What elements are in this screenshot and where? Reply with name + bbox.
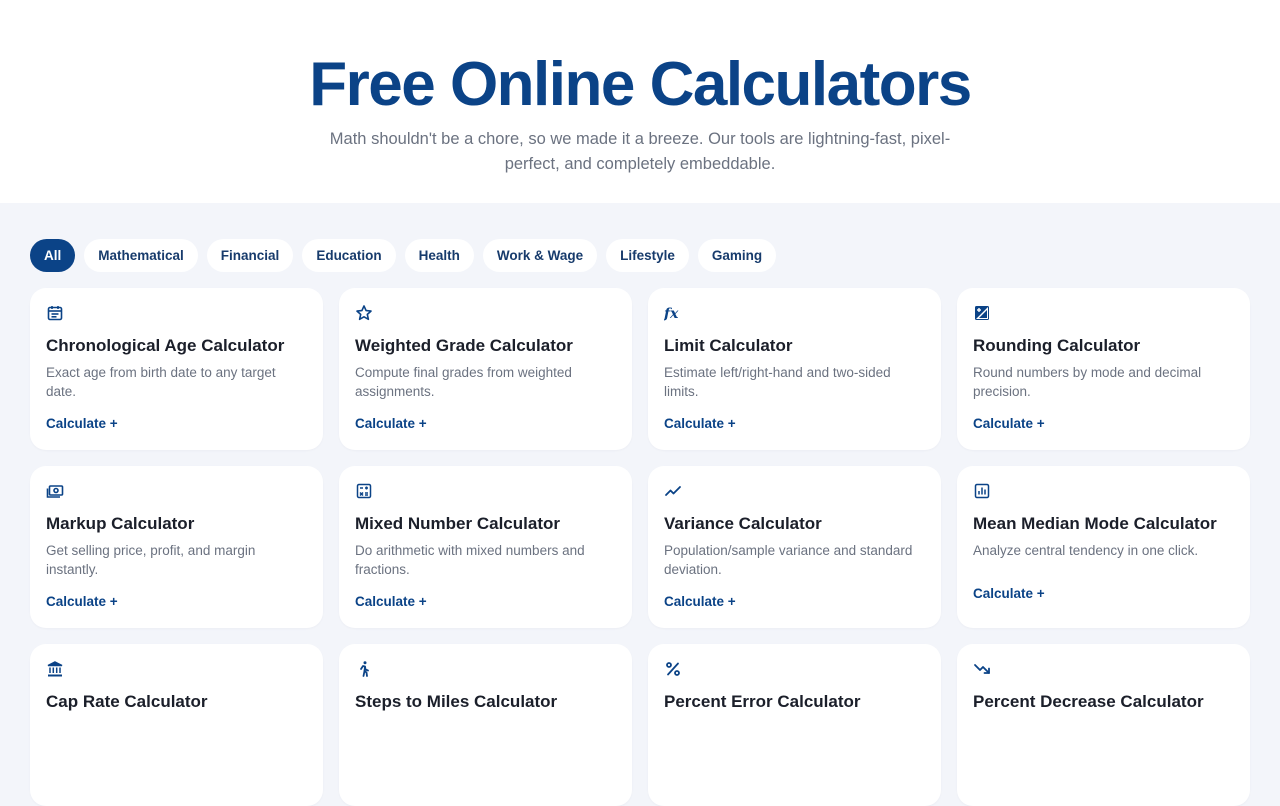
card-title: Steps to Miles Calculator <box>355 692 558 711</box>
calculator-card[interactable]: Cap Rate Calculator <box>30 644 323 806</box>
card-description: Exact age from birth date to any target … <box>46 365 276 399</box>
card-title: Variance Calculator <box>664 514 822 533</box>
filter-health[interactable]: Health <box>404 239 474 272</box>
card-title: Weighted Grade Calculator <box>355 336 573 355</box>
filter-work-wage[interactable]: Work & Wage <box>482 239 598 272</box>
calculate-link[interactable]: Calculate + <box>664 416 736 431</box>
card-title: Chronological Age Calculator <box>46 336 285 355</box>
card-title: Cap Rate Calculator <box>46 692 208 711</box>
filter-mathematical[interactable]: Mathematical <box>84 239 198 272</box>
calculator-card[interactable]: fx Limit Calculator Estimate left/right-… <box>648 288 941 450</box>
trend-up-icon <box>664 482 682 500</box>
hero-section: Free Online Calculators Math shouldn't b… <box>0 0 1280 203</box>
filter-lifestyle[interactable]: Lifestyle <box>606 239 689 272</box>
calculator-card[interactable]: Variance Calculator Population/sample va… <box>648 466 941 628</box>
calculator-card[interactable]: Markup Calculator Get selling price, pro… <box>30 466 323 628</box>
function-icon: fx <box>664 304 682 322</box>
calculator-card[interactable]: Mean Median Mode Calculator Analyze cent… <box>957 466 1250 628</box>
card-description: Round numbers by mode and decimal precis… <box>973 365 1202 399</box>
card-description: Get selling price, profit, and margin in… <box>46 543 256 577</box>
bar-chart-icon <box>973 482 991 500</box>
card-title: Markup Calculator <box>46 514 195 533</box>
calculator-card[interactable]: Rounding Calculator Round numbers by mod… <box>957 288 1250 450</box>
card-title: Mixed Number Calculator <box>355 514 560 533</box>
page-subtitle: Math shouldn't be a chore, so we made it… <box>329 130 951 173</box>
filter-gaming[interactable]: Gaming <box>697 239 777 272</box>
svg-text:fx: fx <box>664 306 679 322</box>
rounding-icon <box>973 304 991 322</box>
calculator-card[interactable]: Weighted Grade Calculator Compute final … <box>339 288 632 450</box>
card-description: Analyze central tendency in one click. <box>973 543 1199 558</box>
filter-education[interactable]: Education <box>302 239 396 272</box>
calculator-icon <box>355 482 373 500</box>
card-title: Rounding Calculator <box>973 336 1141 355</box>
calculate-link[interactable]: Calculate + <box>46 594 118 609</box>
card-title: Percent Decrease Calculator <box>973 692 1204 711</box>
calculate-link[interactable]: Calculate + <box>355 594 427 609</box>
percent-icon <box>664 660 682 678</box>
card-title: Percent Error Calculator <box>664 692 861 711</box>
card-description: Compute final grades from weighted assig… <box>355 365 572 399</box>
bank-icon <box>46 660 64 678</box>
card-title: Limit Calculator <box>664 336 793 355</box>
filter-all[interactable]: All <box>30 239 76 272</box>
calculate-link[interactable]: Calculate + <box>664 594 736 609</box>
star-icon <box>355 304 373 322</box>
calculate-link[interactable]: Calculate + <box>46 416 118 431</box>
money-icon <box>46 482 64 500</box>
calculator-grid: Chronological Age Calculator Exact age f… <box>30 288 1250 806</box>
calculate-link[interactable]: Calculate + <box>973 586 1045 601</box>
calculate-link[interactable]: Calculate + <box>355 416 427 431</box>
category-filter-bar: All Mathematical Financial Education Hea… <box>30 239 777 272</box>
calendar-icon <box>46 304 64 322</box>
calculator-card[interactable]: Percent Decrease Calculator <box>957 644 1250 806</box>
card-description: Do arithmetic with mixed numbers and fra… <box>355 543 585 577</box>
calculate-link[interactable]: Calculate + <box>973 416 1045 431</box>
trend-down-icon <box>973 660 991 678</box>
card-description: Estimate left/right-hand and two-sided l… <box>664 365 891 399</box>
calculator-card[interactable]: Percent Error Calculator <box>648 644 941 806</box>
walking-icon <box>355 660 373 678</box>
filter-financial[interactable]: Financial <box>206 239 294 272</box>
calculator-card[interactable]: Steps to Miles Calculator <box>339 644 632 806</box>
page-title: Free Online Calculators <box>309 50 972 119</box>
card-title: Mean Median Mode Calculator <box>973 514 1217 533</box>
calculator-card[interactable]: Mixed Number Calculator Do arithmetic wi… <box>339 466 632 628</box>
card-description: Population/sample variance and standard … <box>664 543 913 577</box>
calculator-card[interactable]: Chronological Age Calculator Exact age f… <box>30 288 323 450</box>
